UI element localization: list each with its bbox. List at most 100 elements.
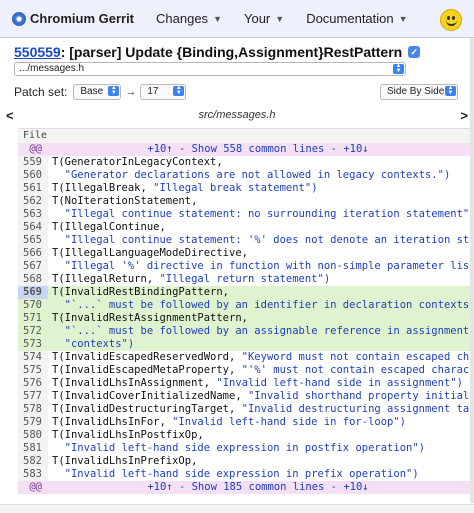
diff-view: File @@ +10↑ - Show 558 common lines - +…	[18, 128, 474, 500]
skip-text[interactable]: +10↑ - Show 185 common lines - +10↓	[48, 481, 468, 494]
diff-line: 583 "Invalid left-hand side expression i…	[18, 468, 474, 481]
diff-line: 570 "`...` must be followed by an identi…	[18, 299, 474, 312]
line-code: T(NoIterationStatement,	[48, 195, 197, 208]
diff-line: 576 T(InvalidLhsInAssignment, "Invalid le…	[18, 377, 474, 390]
code-string: "'%' must not contain escaped characters…	[241, 364, 474, 376]
nav-documentation[interactable]: Documentation ▼	[306, 11, 407, 26]
line-number[interactable]: 561	[18, 182, 48, 195]
vertical-scrollbar[interactable]	[470, 38, 474, 503]
line-number[interactable]: 567	[18, 260, 48, 273]
line-number[interactable]: 560	[18, 169, 48, 182]
skip-common-lines-top[interactable]: @@ +10↑ - Show 558 common lines - +10↓	[18, 143, 474, 156]
line-number[interactable]: 569	[18, 286, 48, 299]
line-code: "Invalid left-hand side expression in po…	[48, 442, 425, 455]
code-text: T(IllegalReturn,	[52, 273, 160, 285]
line-number[interactable]: 564	[18, 221, 48, 234]
code-string: "Invalid left-hand side expression in po…	[64, 442, 425, 454]
line-number[interactable]: 583	[18, 468, 48, 481]
nav-your[interactable]: Your ▼	[244, 11, 284, 26]
select-arrows-icon: ▲ ▼	[173, 85, 185, 96]
diff-line: 567 "Illegal '%' directive in function w…	[18, 260, 474, 273]
code-text: T(InvalidLhsInPrefixOp,	[52, 455, 198, 467]
line-code: T(InvalidRestBindingPattern,	[48, 286, 229, 299]
diff-line: 573 "contexts")	[18, 338, 474, 351]
diff-line: 569 T(InvalidRestBindingPattern,	[18, 286, 474, 299]
line-number[interactable]: 574	[18, 351, 48, 364]
line-number[interactable]: 563	[18, 208, 48, 221]
line-number[interactable]: 580	[18, 429, 48, 442]
chevron-down-icon: ▼	[275, 13, 285, 24]
diff-line: 572 "`...` must be followed by an assign…	[18, 325, 474, 338]
user-avatar-icon[interactable]	[440, 9, 462, 31]
code-text: T(IllegalContinue,	[52, 221, 166, 233]
line-number[interactable]: 578	[18, 403, 48, 416]
line-number[interactable]: 559	[18, 156, 48, 169]
line-code: T(IllegalContinue,	[48, 221, 166, 234]
line-number[interactable]: 566	[18, 247, 48, 260]
line-code: T(InvalidEscapedReservedWord, "Keyword m…	[48, 351, 474, 364]
base-select-value: Base	[80, 86, 104, 97]
diff-line: 579 T(InvalidLhsInFor, "Invalid left-hand…	[18, 416, 474, 429]
line-number[interactable]: 573	[18, 338, 48, 351]
diff-line: 580 T(InvalidLhsInPostfixOp,	[18, 429, 474, 442]
code-string: "Invalid left-hand side in assignment")	[216, 377, 463, 389]
diff-line: 578 T(InvalidDestructuringTarget, "Invali…	[18, 403, 474, 416]
chevron-down-icon: ▼	[398, 13, 408, 24]
file-navigation: < src/messages.h >	[0, 108, 474, 124]
diff-line: 574 T(InvalidEscapedReservedWord, "Keywor…	[18, 351, 474, 364]
diff-line: 563 "Illegal continue statement: no surr…	[18, 208, 474, 221]
line-number[interactable]: 581	[18, 442, 48, 455]
select-arrows-icon: ▲ ▼	[445, 85, 456, 96]
code-text: T(InvalidLhsInAssignment,	[52, 377, 217, 389]
change-subject: : [parser] Update {Binding,Assignment}Re…	[60, 44, 403, 60]
line-number[interactable]: 575	[18, 364, 48, 377]
code-string: "Generator declarations are not allowed …	[64, 169, 451, 181]
code-text: T(InvalidRestAssignmentPattern,	[52, 312, 248, 324]
brand-logo[interactable]: Chromium Gerrit	[12, 11, 134, 26]
line-number[interactable]: 577	[18, 390, 48, 403]
code-string: "contexts")	[64, 338, 135, 350]
skip-marker: @@	[18, 481, 48, 494]
line-code: T(IllegalLanguageModeDirective,	[48, 247, 248, 260]
code-string: "Invalid shorthand property initializer"…	[247, 390, 474, 402]
file-select[interactable]: .../messages.h ▲ ▼	[14, 62, 406, 76]
code-text: T(InvalidEscapedReservedWord,	[52, 351, 242, 363]
diff-line: 581 "Invalid left-hand side expression i…	[18, 442, 474, 455]
base-select[interactable]: Base ▲ ▼	[73, 84, 122, 100]
diff-line: 566 T(IllegalLanguageModeDirective,	[18, 247, 474, 260]
line-code: T(InvalidLhsInPostfixOp,	[48, 429, 204, 442]
patch-select[interactable]: 17 ▲ ▼	[140, 84, 187, 100]
line-number[interactable]: 565	[18, 234, 48, 247]
code-string: "Illegal break statement")	[153, 182, 318, 194]
code-string: "`...` must be followed by an assignable…	[64, 325, 474, 337]
next-file-button[interactable]: >	[460, 108, 468, 123]
change-number-link[interactable]: 550559	[14, 44, 61, 60]
line-number[interactable]: 568	[18, 273, 48, 286]
select-arrows-icon: ▲ ▼	[108, 85, 120, 96]
code-text: T(InvalidLhsInPostfixOp,	[52, 429, 204, 441]
line-number[interactable]: 571	[18, 312, 48, 325]
diff-line: 577 T(InvalidCoverInitializedName, "Inval…	[18, 390, 474, 403]
diff-line: 582 T(InvalidLhsInPrefixOp,	[18, 455, 474, 468]
diff-mode-value: Side By Side	[387, 86, 445, 97]
line-number[interactable]: 570	[18, 299, 48, 312]
patch-set-row: Patch set: Base ▲ ▼ → 17 ▲ ▼	[14, 84, 187, 100]
reviewed-checkbox[interactable]: ✓	[408, 46, 421, 58]
skip-text[interactable]: +10↑ - Show 558 common lines - +10↓	[48, 143, 468, 156]
line-number[interactable]: 579	[18, 416, 48, 429]
line-number[interactable]: 576	[18, 377, 48, 390]
skip-common-lines-bottom[interactable]: @@ +10↑ - Show 185 common lines - +10↓	[18, 481, 474, 494]
top-header: Chromium Gerrit Changes ▼ Your ▼ Documen…	[0, 0, 474, 38]
line-number[interactable]: 582	[18, 455, 48, 468]
patch-select-value: 17	[147, 86, 159, 97]
nav-changes[interactable]: Changes ▼	[156, 11, 222, 26]
line-number[interactable]: 562	[18, 195, 48, 208]
line-number[interactable]: 572	[18, 325, 48, 338]
diff-line: 562 T(NoIterationStatement,	[18, 195, 474, 208]
diff-mode-select[interactable]: Side By Side ▲ ▼	[380, 84, 458, 100]
